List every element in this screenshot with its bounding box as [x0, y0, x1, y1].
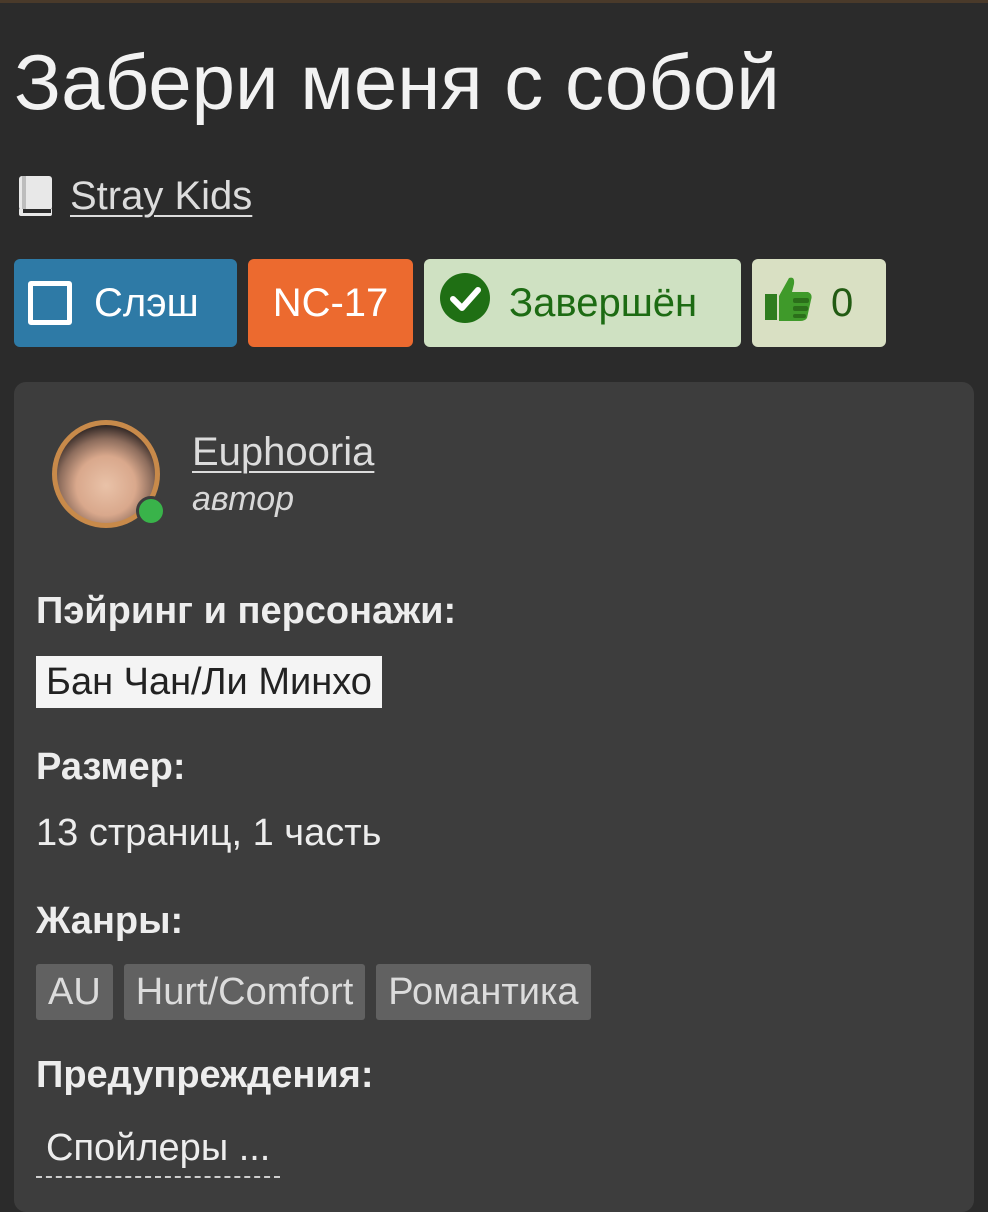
rating-label: NC-17: [272, 280, 389, 325]
fic-info-card: Euphooria автор Пэйринг и персонажи: Бан…: [14, 382, 974, 1212]
top-border: [0, 0, 988, 3]
direction-label: Слэш: [94, 280, 199, 325]
rating-badge[interactable]: NC-17: [248, 259, 413, 347]
book-icon: [16, 174, 56, 218]
avatar[interactable]: [52, 420, 166, 528]
likes-badge[interactable]: 0: [752, 259, 886, 347]
fandom-link-row: Stray Kids: [16, 170, 252, 222]
online-indicator: [136, 496, 166, 526]
author-role: автор: [192, 480, 295, 518]
genres-list: AU Hurt/Comfort Романтика: [36, 964, 591, 1020]
check-circle-icon: [439, 272, 491, 334]
author-link[interactable]: Euphooria: [192, 430, 374, 475]
thumbs-up-icon: [763, 272, 815, 334]
size-value: 13 страниц, 1 часть: [36, 812, 382, 854]
genres-heading: Жанры:: [36, 900, 184, 942]
direction-badge[interactable]: Слэш: [14, 259, 237, 347]
page-title: Забери меня с собой: [14, 38, 780, 126]
square-icon: [28, 281, 72, 325]
badges-row: Слэш NC-17 Завершён 0: [14, 259, 886, 347]
pairing-tag[interactable]: Бан Чан/Ли Минхо: [36, 656, 382, 708]
likes-count: 0: [831, 280, 854, 325]
spoiler-warning-toggle[interactable]: Спойлеры ...: [36, 1120, 281, 1178]
genre-tag[interactable]: AU: [36, 964, 113, 1020]
fandom-link[interactable]: Stray Kids: [70, 174, 252, 219]
status-badge[interactable]: Завершён: [424, 259, 741, 347]
status-label: Завершён: [509, 280, 698, 325]
size-heading: Размер:: [36, 746, 186, 788]
warnings-heading: Предупреждения:: [36, 1054, 374, 1096]
genre-tag[interactable]: Романтика: [376, 964, 591, 1020]
genre-tag[interactable]: Hurt/Comfort: [123, 964, 366, 1020]
pairing-heading: Пэйринг и персонажи:: [36, 590, 457, 632]
